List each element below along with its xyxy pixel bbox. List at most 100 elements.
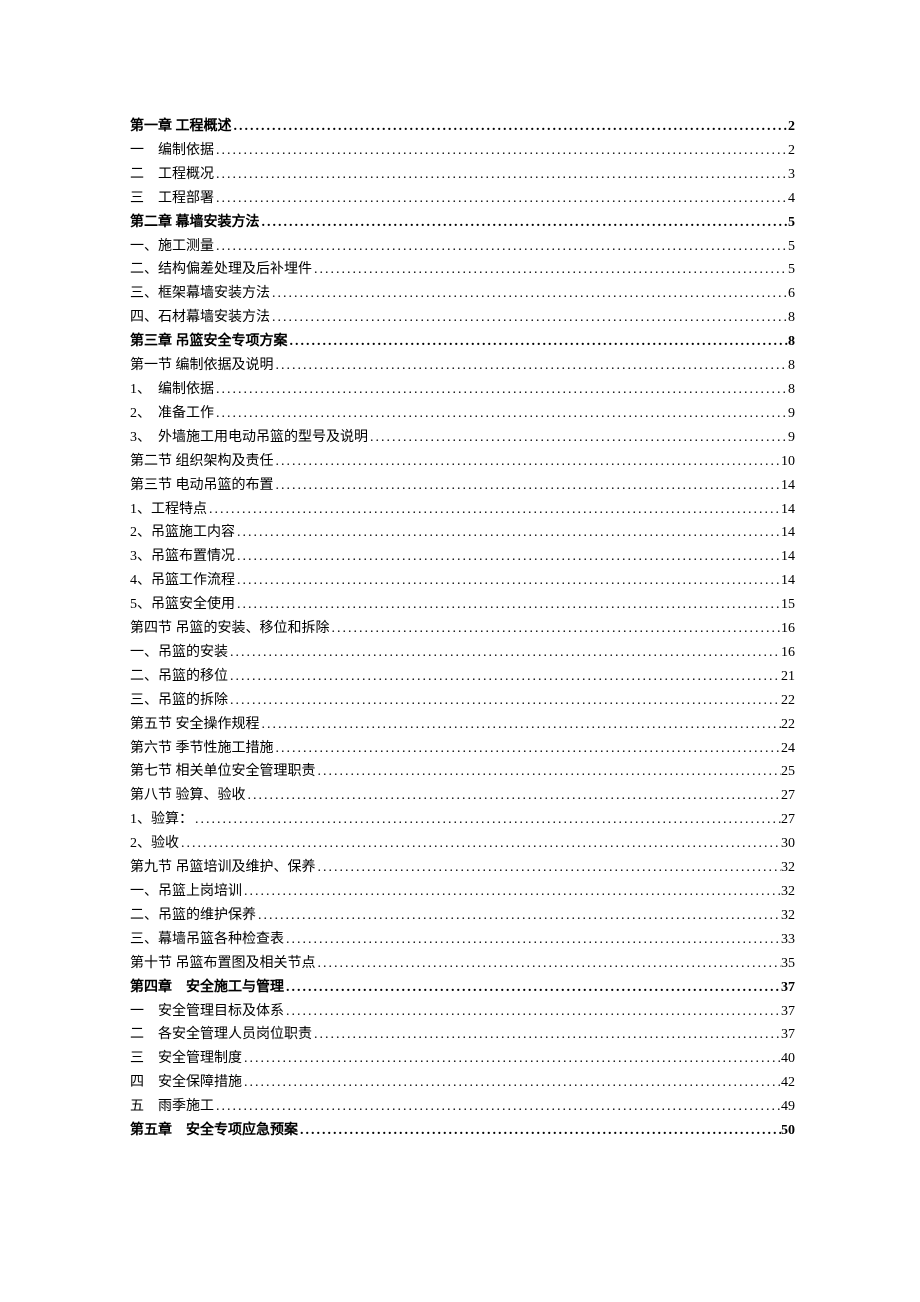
toc-leader-dots <box>242 1047 781 1071</box>
toc-entry: 第三节 电动吊篮的布置14 <box>130 474 795 498</box>
toc-leader-dots <box>274 474 782 498</box>
toc-entry-label: 第四章 安全施工与管理 <box>130 976 284 1000</box>
toc-entry-page: 32 <box>781 904 795 928</box>
toc-entry: 3、吊篮布置情况14 <box>130 545 795 569</box>
toc-entry-label: 四 安全保障措施 <box>130 1071 242 1095</box>
toc-entry-page: 8 <box>788 330 795 354</box>
toc-entry: 二、吊篮的移位21 <box>130 665 795 689</box>
toc-entry-label: 第六节 季节性施工措施 <box>130 737 274 761</box>
toc-entry-label: 第二章 幕墙安装方法 <box>130 211 260 235</box>
toc-entry-page: 4 <box>788 187 795 211</box>
toc-entry-label: 一 编制依据 <box>130 139 214 163</box>
toc-entry-page: 10 <box>781 450 795 474</box>
toc-entry-label: 第八节 验算、验收 <box>130 784 246 808</box>
toc-entry-page: 27 <box>781 784 795 808</box>
toc-entry-label: 第二节 组织架构及责任 <box>130 450 274 474</box>
toc-entry-label: 4、吊篮工作流程 <box>130 569 235 593</box>
toc-entry-page: 32 <box>781 856 795 880</box>
toc-entry-page: 24 <box>781 737 795 761</box>
toc-entry-label: 三 安全管理制度 <box>130 1047 242 1071</box>
toc-entry-page: 2 <box>788 115 795 139</box>
toc-entry-label: 第三节 电动吊篮的布置 <box>130 474 274 498</box>
toc-entry-label: 四、石材幕墙安装方法 <box>130 306 270 330</box>
toc-entry-label: 第三章 吊篮安全专项方案 <box>130 330 288 354</box>
toc-entry-label: 1、工程特点 <box>130 498 207 522</box>
toc-entry: 1、 编制依据8 <box>130 378 795 402</box>
table-of-contents: 第一章 工程概述2一 编制依据2二 工程概况3三 工程部署4第二章 幕墙安装方法… <box>130 115 795 1143</box>
toc-leader-dots <box>288 330 789 354</box>
toc-entry: 三、吊篮的拆除22 <box>130 689 795 713</box>
toc-entry: 第四章 安全施工与管理37 <box>130 976 795 1000</box>
toc-leader-dots <box>214 402 788 426</box>
toc-entry-label: 5、吊篮安全使用 <box>130 593 235 617</box>
toc-entry-label: 二、吊篮的维护保养 <box>130 904 256 928</box>
toc-entry-page: 16 <box>781 617 795 641</box>
toc-entry-page: 37 <box>781 1000 795 1024</box>
toc-entry-page: 5 <box>788 235 795 259</box>
toc-leader-dots <box>179 832 781 856</box>
toc-entry: 第九节 吊篮培训及维护、保养 32 <box>130 856 795 880</box>
toc-leader-dots <box>214 187 788 211</box>
toc-leader-dots <box>214 163 788 187</box>
toc-entry-label: 三 工程部署 <box>130 187 214 211</box>
toc-leader-dots <box>193 808 781 832</box>
toc-leader-dots <box>235 569 781 593</box>
toc-entry: 二、吊篮的维护保养 32 <box>130 904 795 928</box>
toc-entry: 五 雨季施工 49 <box>130 1095 795 1119</box>
toc-leader-dots <box>284 928 781 952</box>
toc-entry-label: 第一节 编制依据及说明 <box>130 354 274 378</box>
toc-leader-dots <box>256 904 781 928</box>
toc-entry-page: 15 <box>781 593 795 617</box>
toc-leader-dots <box>316 856 782 880</box>
toc-entry: 一 编制依据2 <box>130 139 795 163</box>
toc-entry: 2、验收 30 <box>130 832 795 856</box>
toc-entry: 第五节 安全操作规程22 <box>130 713 795 737</box>
toc-leader-dots <box>284 1000 781 1024</box>
toc-entry: 三、幕墙吊篮各种检查表 33 <box>130 928 795 952</box>
toc-entry: 第七节 相关单位安全管理职责25 <box>130 760 795 784</box>
toc-entry-page: 8 <box>788 306 795 330</box>
toc-entry-label: 3、吊篮布置情况 <box>130 545 235 569</box>
toc-entry: 第一章 工程概述2 <box>130 115 795 139</box>
toc-entry-label: 五 雨季施工 <box>130 1095 214 1119</box>
toc-entry-label: 二 工程概况 <box>130 163 214 187</box>
toc-entry: 第二节 组织架构及责任 10 <box>130 450 795 474</box>
toc-entry-page: 33 <box>781 928 795 952</box>
toc-entry-page: 3 <box>788 163 795 187</box>
toc-entry-page: 14 <box>781 498 795 522</box>
toc-entry-label: 第九节 吊篮培训及维护、保养 <box>130 856 316 880</box>
toc-entry: 第十节 吊篮布置图及相关节点35 <box>130 952 795 976</box>
toc-leader-dots <box>228 689 781 713</box>
toc-leader-dots <box>330 617 782 641</box>
toc-entry-label: 一、吊篮上岗培训 <box>130 880 242 904</box>
toc-entry-page: 16 <box>781 641 795 665</box>
toc-entry-page: 27 <box>781 808 795 832</box>
toc-entry-page: 5 <box>788 211 795 235</box>
toc-leader-dots <box>228 665 781 689</box>
toc-entry-page: 5 <box>788 258 795 282</box>
toc-leader-dots <box>274 450 782 474</box>
toc-entry-page: 25 <box>781 760 795 784</box>
toc-leader-dots <box>298 1119 781 1143</box>
toc-leader-dots <box>214 139 788 163</box>
toc-entry-label: 二、结构偏差处理及后补埋件 <box>130 258 312 282</box>
toc-entry: 第五章 安全专项应急预案50 <box>130 1119 795 1143</box>
toc-entry: 二 工程概况 3 <box>130 163 795 187</box>
toc-entry-label: 2、 准备工作 <box>130 402 214 426</box>
toc-leader-dots <box>235 521 781 545</box>
toc-entry-label: 2、验收 <box>130 832 179 856</box>
toc-entry-page: 14 <box>781 521 795 545</box>
toc-entry-page: 8 <box>788 354 795 378</box>
toc-leader-dots <box>316 760 782 784</box>
toc-entry-label: 三、幕墙吊篮各种检查表 <box>130 928 284 952</box>
toc-leader-dots <box>368 426 788 450</box>
toc-leader-dots <box>274 737 782 761</box>
toc-entry: 第四节 吊篮的安装、移位和拆除16 <box>130 617 795 641</box>
toc-entry: 5、吊篮安全使用 15 <box>130 593 795 617</box>
toc-entry: 四 安全保障措施42 <box>130 1071 795 1095</box>
toc-entry-label: 一、吊篮的安装 <box>130 641 228 665</box>
toc-entry-page: 30 <box>781 832 795 856</box>
toc-entry: 一、施工测量5 <box>130 235 795 259</box>
toc-entry-label: 三、吊篮的拆除 <box>130 689 228 713</box>
toc-entry-page: 49 <box>781 1095 795 1119</box>
